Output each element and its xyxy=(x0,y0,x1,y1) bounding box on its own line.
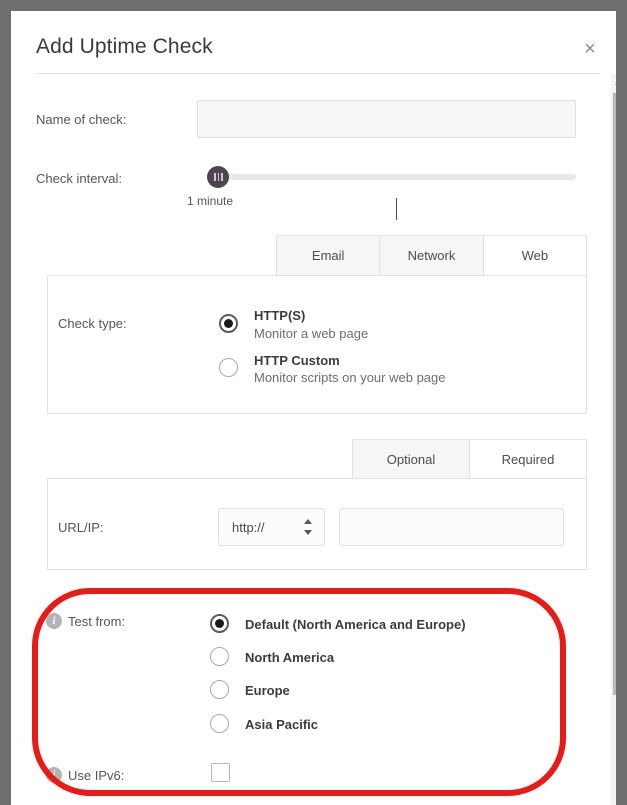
settings-tabs: Optional Required xyxy=(352,439,587,479)
check-type-label: Check type: xyxy=(58,316,127,331)
radio-test-from-north-america[interactable] xyxy=(210,647,229,666)
use-ipv6-label: Use IPv6: xyxy=(68,768,125,783)
vertical-scrollbar[interactable] xyxy=(611,74,616,805)
grip-line xyxy=(217,173,219,181)
test-from-option-label: Default (North America and Europe) xyxy=(245,617,466,632)
check-category-tabs: Email Network Web xyxy=(276,235,587,276)
name-of-check-label: Name of check: xyxy=(36,112,127,127)
tab-required[interactable]: Required xyxy=(469,439,587,479)
test-from-label: Test from: xyxy=(68,614,126,629)
test-from-option-label: Europe xyxy=(245,683,290,698)
window-border-right xyxy=(616,0,627,805)
grip-line xyxy=(221,173,223,181)
window-border-left xyxy=(0,0,11,805)
test-from-option-label: Asia Pacific xyxy=(245,717,318,732)
stepper-arrows-icon xyxy=(304,518,313,538)
check-interval-slider-handle[interactable] xyxy=(207,166,229,188)
check-interval-label: Check interval: xyxy=(36,171,122,186)
window-border-top xyxy=(0,0,627,11)
check-type-option-description: Monitor a web page xyxy=(254,326,369,341)
url-ip-label: URL/IP: xyxy=(58,520,104,535)
info-icon[interactable]: i xyxy=(46,613,62,629)
radio-dot xyxy=(215,619,224,628)
scrollbar-thumb[interactable] xyxy=(612,92,616,696)
add-uptime-check-dialog: Add Uptime Check × Name of check: Check … xyxy=(11,11,616,805)
check-type-option-description: Monitor scripts on your web page xyxy=(254,370,446,385)
radio-dot xyxy=(224,319,233,328)
test-from-option-label: North America xyxy=(245,650,335,665)
use-ipv6-checkbox[interactable] xyxy=(211,763,230,782)
check-type-option-title: HTTP(S) xyxy=(254,308,306,323)
tab-network[interactable]: Network xyxy=(379,235,483,276)
scroll-up-arrow-icon[interactable] xyxy=(611,74,616,90)
info-icon[interactable]: i xyxy=(46,767,62,783)
text-caret xyxy=(396,198,397,220)
radio-test-from-default[interactable] xyxy=(210,614,229,633)
check-interval-slider-track[interactable] xyxy=(209,174,576,180)
name-of-check-input[interactable] xyxy=(197,100,576,220)
url-ip-input[interactable] xyxy=(339,508,564,546)
radio-test-from-europe[interactable] xyxy=(210,680,229,699)
window-frame: Add Uptime Check × Name of check: Check … xyxy=(0,0,627,805)
dialog-title: Add Uptime Check xyxy=(36,35,213,58)
tab-web[interactable]: Web xyxy=(482,235,587,276)
close-icon[interactable]: × xyxy=(577,36,603,62)
radio-test-from-asia-pacific[interactable] xyxy=(210,714,229,733)
check-interval-value: 1 minute xyxy=(187,194,234,208)
grip-line xyxy=(214,173,216,181)
tab-optional[interactable]: Optional xyxy=(352,439,469,479)
check-type-panel xyxy=(47,275,587,414)
radio-http-custom[interactable] xyxy=(219,358,238,377)
url-scheme-value: http:// xyxy=(232,520,265,535)
url-scheme-select[interactable]: http:// xyxy=(218,508,325,546)
check-type-option-title: HTTP Custom xyxy=(254,353,340,368)
radio-http-s[interactable] xyxy=(219,314,238,333)
tab-email[interactable]: Email xyxy=(276,235,380,276)
title-divider xyxy=(36,73,600,74)
